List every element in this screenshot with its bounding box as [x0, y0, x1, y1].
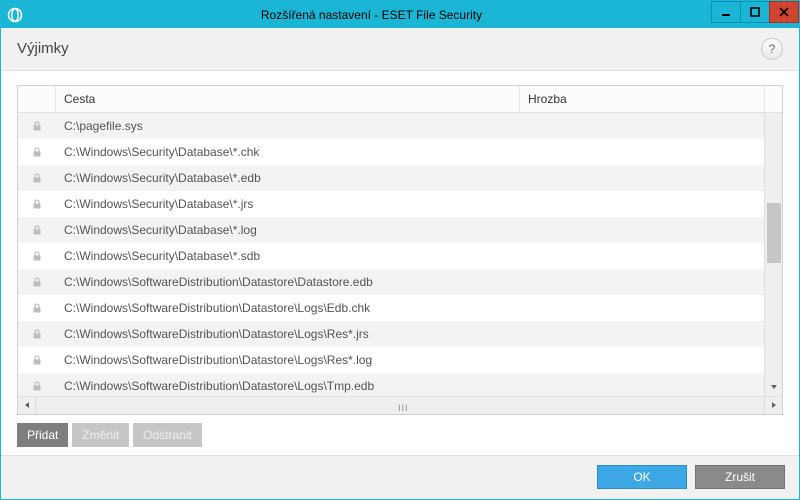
table-row[interactable]: C:\Windows\Security\Database\*.edb: [18, 165, 764, 191]
table-body: C:\pagefile.sys C:\Windows\Security\Datab…: [18, 113, 764, 396]
help-icon: ?: [769, 42, 776, 56]
table-row[interactable]: C:\Windows\Security\Database\*.jrs: [18, 191, 764, 217]
table-row[interactable]: C:\Windows\SoftwareDistribution\Datastor…: [18, 269, 764, 295]
scroll-left-button[interactable]: [18, 396, 36, 414]
eset-logo-icon: [7, 7, 23, 23]
maximize-button[interactable]: [740, 1, 770, 23]
table-row[interactable]: C:\Windows\SoftwareDistribution\Datastor…: [18, 321, 764, 347]
cell-path: C:\Windows\Security\Database\*.edb: [56, 171, 520, 185]
table-row[interactable]: C:\pagefile.sys: [18, 113, 764, 139]
lock-icon: [18, 250, 56, 262]
table-row[interactable]: C:\Windows\SoftwareDistribution\Datastor…: [18, 373, 764, 396]
lock-icon: [18, 120, 56, 132]
cell-path: C:\Windows\Security\Database\*.chk: [56, 145, 520, 159]
close-button[interactable]: [769, 1, 799, 23]
action-buttons: Přidat Změnit Odstranit: [17, 423, 783, 447]
dialog-header: Výjimky ?: [1, 28, 799, 71]
window-controls: [712, 1, 799, 28]
cancel-button[interactable]: Zrušit: [695, 465, 785, 489]
content-area: Cesta Hrozba C:\pagefile.sys C:\Windows\S…: [1, 71, 799, 455]
delete-button: Odstranit: [133, 423, 202, 447]
scrollbar-thumb[interactable]: [767, 203, 781, 263]
table-row[interactable]: C:\Windows\SoftwareDistribution\Datastor…: [18, 295, 764, 321]
add-button[interactable]: Přidat: [17, 423, 68, 447]
cell-path: C:\Windows\Security\Database\*.jrs: [56, 197, 520, 211]
cell-path: C:\Windows\SoftwareDistribution\Datastor…: [56, 327, 520, 341]
page-title: Výjimky: [17, 40, 761, 57]
column-threat[interactable]: Hrozba: [520, 86, 764, 112]
ok-button[interactable]: OK: [597, 465, 687, 489]
table-row[interactable]: C:\Windows\SoftwareDistribution\Datastor…: [18, 347, 764, 373]
exclusions-table: Cesta Hrozba C:\pagefile.sys C:\Windows\S…: [17, 85, 783, 415]
scroll-down-button[interactable]: [765, 378, 783, 396]
lock-icon: [18, 302, 56, 314]
table-header: Cesta Hrozba: [18, 86, 782, 113]
help-button[interactable]: ?: [761, 38, 783, 60]
cell-path: C:\pagefile.sys: [56, 119, 520, 133]
cell-path: C:\Windows\SoftwareDistribution\Datastor…: [56, 275, 520, 289]
cell-path: C:\Windows\SoftwareDistribution\Datastor…: [56, 353, 520, 367]
lock-icon: [18, 354, 56, 366]
lock-icon: [18, 276, 56, 288]
cell-path: C:\Windows\Security\Database\*.sdb: [56, 249, 520, 263]
lock-icon: [18, 172, 56, 184]
lock-icon: [18, 146, 56, 158]
lock-icon: [18, 380, 56, 392]
title-bar: Rozšířená nastavení - ESET File Security: [1, 1, 799, 28]
lock-icon: [18, 198, 56, 210]
cell-path: C:\Windows\SoftwareDistribution\Datastor…: [56, 379, 520, 393]
horizontal-scrollbar[interactable]: III: [18, 396, 782, 414]
lock-icon: [18, 224, 56, 236]
window-title: Rozšířená nastavení - ESET File Security: [31, 8, 712, 22]
minimize-button[interactable]: [711, 1, 741, 23]
column-path[interactable]: Cesta: [56, 86, 520, 112]
scroll-right-button[interactable]: [764, 396, 782, 414]
dialog-footer: OK Zrušit: [1, 455, 799, 499]
window: Rozšířená nastavení - ESET File Security…: [0, 0, 800, 500]
column-lock[interactable]: [18, 86, 56, 112]
table-row[interactable]: C:\Windows\Security\Database\*.log: [18, 217, 764, 243]
lock-icon: [18, 328, 56, 340]
table-row[interactable]: C:\Windows\Security\Database\*.chk: [18, 139, 764, 165]
cell-path: C:\Windows\Security\Database\*.log: [56, 223, 520, 237]
scroll-up-button[interactable]: [764, 86, 782, 112]
edit-button: Změnit: [72, 423, 129, 447]
cell-path: C:\Windows\SoftwareDistribution\Datastor…: [56, 301, 520, 315]
table-row[interactable]: C:\Windows\Security\Database\*.sdb: [18, 243, 764, 269]
vertical-scrollbar[interactable]: [764, 113, 782, 396]
